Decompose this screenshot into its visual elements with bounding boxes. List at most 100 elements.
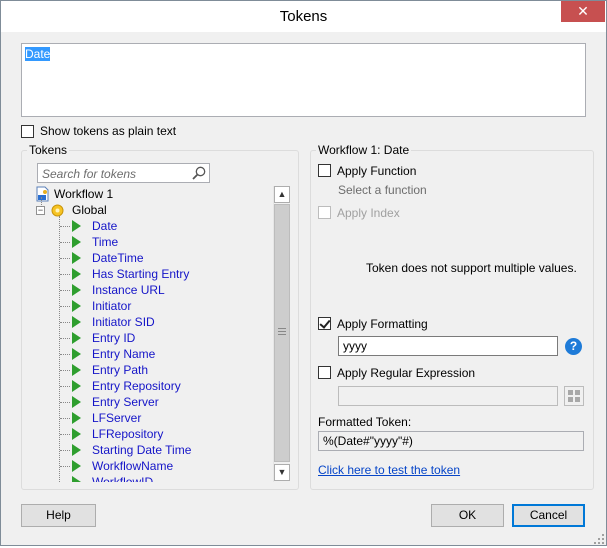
search-icon[interactable] — [191, 165, 207, 184]
tokens-scrollbar[interactable]: ▲ ▼ — [273, 186, 290, 482]
apply-index-checkbox[interactable] — [318, 206, 331, 219]
token-play-icon — [72, 364, 81, 376]
search-input[interactable]: Search for tokens — [37, 163, 210, 183]
workflow-label: Workflow 1 — [54, 187, 114, 201]
apply-formatting-checkbox[interactable] — [318, 317, 331, 330]
tree-connector — [60, 258, 70, 259]
token-item-label: Date — [92, 219, 118, 233]
search-placeholder: Search for tokens — [42, 167, 137, 181]
tree-connector — [60, 418, 70, 419]
formatted-token-label: Formatted Token: — [318, 415, 412, 429]
tokens-dialog: Tokens ✕ Date Show tokens as plain text … — [0, 0, 607, 546]
dialog-title: Tokens — [279, 8, 328, 25]
tree-connector — [41, 197, 42, 207]
tree-connector — [60, 338, 70, 339]
close-button[interactable]: ✕ — [561, 1, 605, 22]
global-label: Global — [72, 203, 107, 217]
token-item-label: Instance URL — [92, 283, 165, 297]
select-function-text[interactable]: Select a function — [338, 183, 427, 197]
resize-grip-icon[interactable] — [593, 533, 605, 545]
workflow-icon — [35, 186, 50, 206]
token-play-icon — [72, 268, 81, 280]
show-plain-text-label: Show tokens as plain text — [40, 124, 177, 138]
tokens-group-title: Tokens — [27, 143, 70, 157]
token-item-label: WorkflowName — [92, 459, 174, 473]
test-token-link[interactable]: Click here to test the token — [318, 463, 460, 477]
scroll-thumb[interactable] — [274, 204, 290, 462]
tree-connector — [60, 306, 70, 307]
regex-input[interactable] — [338, 386, 558, 406]
token-item-label: Entry Name — [92, 347, 156, 361]
tree-connector — [60, 274, 70, 275]
tree-connector — [59, 216, 60, 482]
tree-connector — [60, 226, 70, 227]
cancel-button[interactable]: Cancel — [512, 504, 585, 527]
token-item-label: Entry ID — [92, 331, 136, 345]
apply-function-label: Apply Function — [337, 164, 417, 178]
apply-index-label: Apply Index — [337, 206, 400, 220]
tree-connector — [60, 242, 70, 243]
token-item-label: Initiator — [92, 299, 132, 313]
token-expression-input[interactable]: Date — [21, 43, 586, 117]
apply-regex-label: Apply Regular Expression — [337, 366, 476, 380]
ok-button[interactable]: OK — [431, 504, 504, 527]
token-play-icon — [72, 220, 81, 232]
scroll-grip — [278, 328, 286, 329]
format-input[interactable]: yyyy — [338, 336, 558, 356]
token-item-label: Initiator SID — [92, 315, 155, 329]
token-play-icon — [72, 460, 81, 472]
tree-connector — [60, 386, 70, 387]
scroll-grip — [278, 334, 286, 335]
multi-value-message: Token does not support multiple values. — [366, 261, 577, 275]
token-play-icon — [72, 284, 81, 296]
token-play-icon — [72, 236, 81, 248]
token-item-label: Has Starting Entry — [92, 267, 190, 281]
scroll-down-button[interactable]: ▼ — [274, 464, 290, 481]
tree-connector — [60, 434, 70, 435]
regex-builder-button[interactable] — [564, 386, 584, 406]
apply-regex-checkbox[interactable] — [318, 366, 331, 379]
token-play-icon — [72, 396, 81, 408]
token-play-icon — [72, 316, 81, 328]
token-item-label: Entry Repository — [92, 379, 181, 393]
formatted-token-output: %(Date#"yyyy"#) — [318, 431, 584, 451]
token-play-icon — [72, 444, 81, 456]
tree-connector — [60, 370, 70, 371]
token-options-title: Workflow 1: Date — [316, 143, 412, 157]
tree-connector — [60, 290, 70, 291]
help-button[interactable]: Help — [21, 504, 96, 527]
token-play-icon — [72, 348, 81, 360]
scroll-up-button[interactable]: ▲ — [274, 186, 290, 203]
tokens-tree: Workflow 1 − Global Date Time DateTime Has … — [32, 185, 290, 482]
token-play-icon — [72, 300, 81, 312]
token-item-label: Entry Server — [92, 395, 159, 409]
apply-function-checkbox[interactable] — [318, 164, 331, 177]
token-item-label: Starting Date Time — [92, 443, 192, 457]
tree-connector — [60, 450, 70, 451]
token-item-label: Time — [92, 235, 119, 249]
scroll-grip — [278, 331, 286, 332]
collapse-icon[interactable]: − — [36, 206, 45, 215]
tree-connector — [60, 466, 70, 467]
title-bar: Tokens ✕ — [1, 1, 606, 32]
token-play-icon — [72, 380, 81, 392]
token-play-icon — [72, 332, 81, 344]
token-item-label: DateTime — [92, 251, 144, 265]
tree-connector — [60, 354, 70, 355]
selected-token-text: Date — [25, 47, 51, 61]
token-play-icon — [72, 252, 81, 264]
token-play-icon — [72, 428, 81, 440]
global-icon — [51, 204, 64, 221]
token-item-label: LFRepository — [92, 427, 164, 441]
show-plain-text-checkbox[interactable] — [21, 125, 34, 138]
tree-connector — [60, 322, 70, 323]
tree-connector — [60, 402, 70, 403]
help-icon[interactable]: ? — [565, 338, 582, 355]
token-play-icon — [72, 412, 81, 424]
grid-icon — [568, 390, 580, 405]
apply-formatting-label: Apply Formatting — [337, 317, 428, 331]
token-item-label: WorkflowID — [92, 475, 154, 482]
token-item-label: LFServer — [92, 411, 142, 425]
token-item-label: Entry Path — [92, 363, 149, 377]
token-play-icon — [72, 476, 81, 482]
